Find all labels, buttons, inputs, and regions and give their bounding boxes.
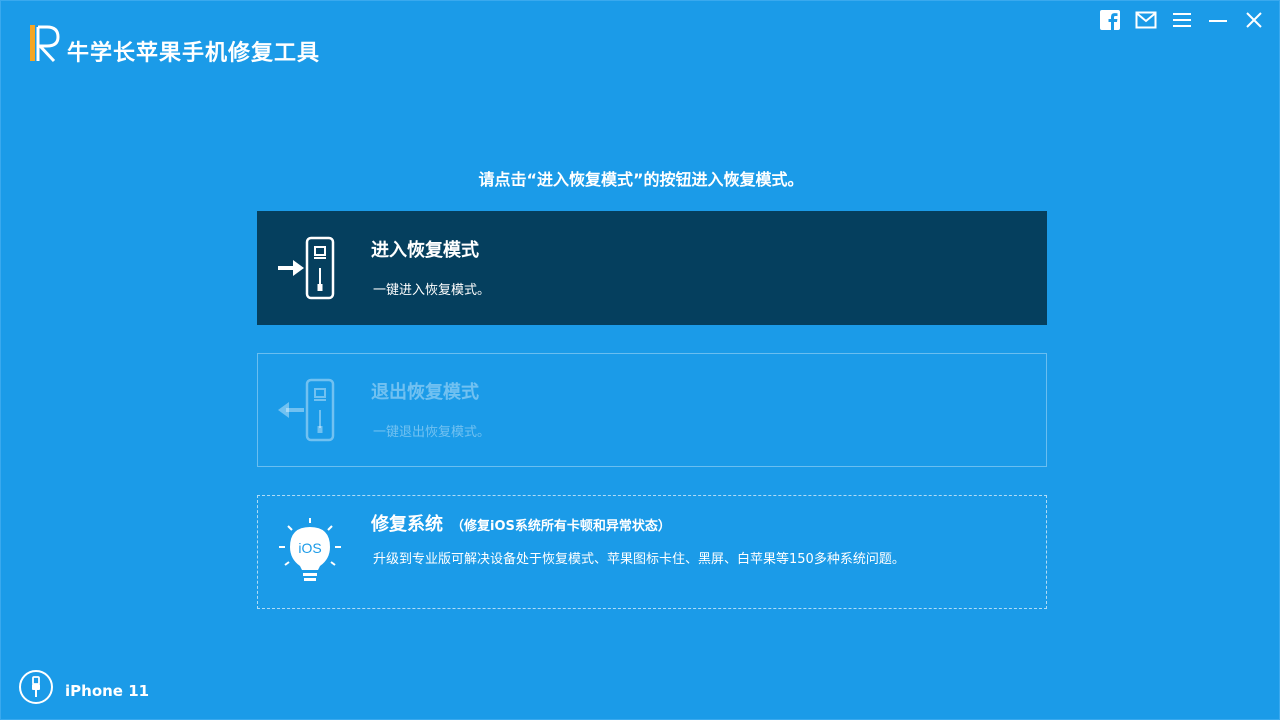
instruction-text: 请点击“进入恢复模式”的按钮进入恢复模式。 <box>478 170 804 189</box>
mail-icon[interactable] <box>1135 9 1157 31</box>
app-title: 牛学长苹果手机修复工具 <box>67 41 321 66</box>
repair-title-text: 修复系统 <box>371 514 443 535</box>
device-name: iPhone 11 <box>65 682 150 700</box>
close-icon[interactable] <box>1243 9 1265 31</box>
app-window: 牛学长苹果手机修复工具 请点击“进入恢复模式”的按钮进入恢复模式。 进入恢复模式… <box>0 0 1280 720</box>
menu-icon[interactable] <box>1171 9 1193 31</box>
phone-enter-icon <box>278 236 335 300</box>
repair-system-title: 修复系统 （修复iOS系统所有卡顿和异常状态） <box>371 510 671 536</box>
exit-recovery-mode-button[interactable]: 退出恢复模式 一键退出恢复模式。 <box>257 353 1047 467</box>
repair-system-subtitle: 升级到专业版可解决设备处于恢复模式、苹果图标卡住、黑屏、白苹果等150多种系统问… <box>373 552 905 567</box>
window-controls <box>1099 9 1265 31</box>
enter-recovery-mode-button[interactable]: 进入恢复模式 一键进入恢复模式。 <box>257 211 1047 325</box>
repair-system-button[interactable]: iOS 修复系统 （修复iOS系统所有卡顿和异常状态） 升级到专业版可解决设备处于… <box>257 495 1047 609</box>
phone-exit-icon <box>278 378 335 442</box>
enter-recovery-subtitle: 一键进入恢复模式。 <box>373 283 491 298</box>
exit-recovery-subtitle: 一键退出恢复模式。 <box>373 425 491 440</box>
exit-recovery-title: 退出恢复模式 <box>371 382 479 403</box>
ios-lightbulb-icon: iOS <box>279 518 341 581</box>
ios-badge-text: iOS <box>298 540 321 556</box>
usb-cable-icon <box>19 670 53 704</box>
minimize-icon[interactable] <box>1207 9 1229 31</box>
repair-title-note: （修复iOS系统所有卡顿和异常状态） <box>451 519 671 534</box>
enter-recovery-title: 进入恢复模式 <box>371 240 479 261</box>
facebook-icon[interactable] <box>1099 9 1121 31</box>
app-logo-icon <box>30 25 60 63</box>
